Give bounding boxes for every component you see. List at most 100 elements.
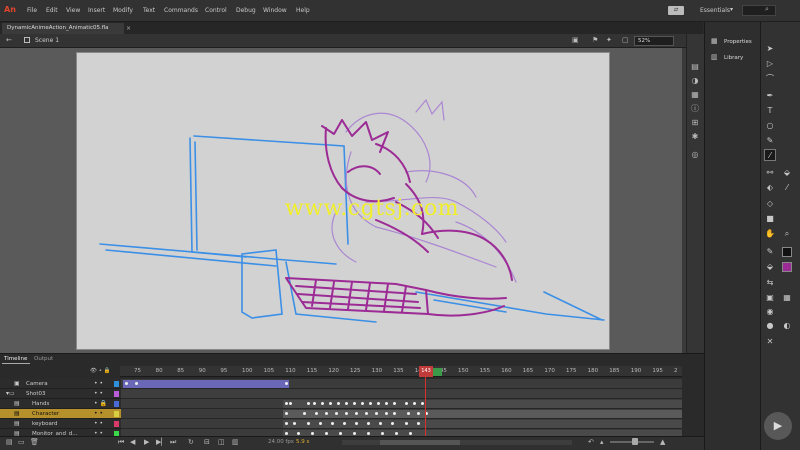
keyframe[interactable] — [407, 412, 410, 415]
layer-color-chip[interactable] — [114, 381, 119, 387]
frame-rate[interactable]: 24.00 fps — [268, 439, 294, 445]
keyframe[interactable] — [307, 402, 310, 405]
keyframe[interactable] — [285, 432, 288, 435]
camera-icon[interactable]: ▣ — [572, 36, 579, 44]
layer-visibility-toggles[interactable]: • 🔒 — [94, 399, 107, 409]
layer-row[interactable]: ▣ Camera • • — [0, 379, 121, 389]
align-panel-icon[interactable]: ▤ — [690, 62, 700, 72]
keyframe[interactable] — [335, 412, 338, 415]
keyframe[interactable] — [337, 402, 340, 405]
close-icon[interactable]: × — [126, 23, 131, 34]
keyframe[interactable] — [285, 412, 288, 415]
camera-tool-icon[interactable]: ■ — [764, 213, 776, 225]
layer-visibility-toggles[interactable]: • • — [94, 419, 103, 429]
text-tool-icon[interactable]: T — [764, 105, 776, 117]
snap-icon[interactable]: ▦ — [781, 292, 793, 304]
keyframe[interactable] — [405, 402, 408, 405]
hand-tool-icon[interactable]: ✋ — [764, 228, 776, 240]
undo-icon[interactable]: ↶ — [588, 438, 594, 446]
eyedropper-icon[interactable]: ⁄ — [781, 182, 793, 194]
scene-label[interactable]: Scene 1 — [35, 37, 59, 44]
ink-bottle-icon[interactable]: ⬖ — [764, 182, 776, 194]
keyframe[interactable] — [343, 422, 346, 425]
keyframe[interactable] — [409, 432, 412, 435]
new-layer-icon[interactable]: ▤ — [6, 438, 13, 446]
help-search-input[interactable] — [742, 5, 776, 16]
brush-tool-icon[interactable]: ⁄ — [764, 149, 776, 161]
keyframe[interactable] — [379, 422, 382, 425]
timeline-zoom-knob[interactable] — [632, 438, 638, 445]
keyframe[interactable] — [345, 402, 348, 405]
new-folder-icon[interactable]: ▭ — [18, 438, 25, 446]
lasso-tool-icon[interactable]: ⌒ — [764, 73, 776, 85]
layer-track[interactable] — [121, 379, 682, 389]
pencil-tool-icon[interactable]: ✎ — [764, 135, 776, 147]
last-frame-icon[interactable]: ⏭ — [170, 438, 176, 447]
brush-shape-icon[interactable]: ◉ — [764, 306, 776, 318]
motion-presets-icon[interactable]: ◎ — [690, 150, 700, 160]
menu-edit[interactable]: Edit — [46, 7, 58, 14]
keyframe[interactable] — [385, 402, 388, 405]
keyframe[interactable] — [369, 402, 372, 405]
keyframe[interactable] — [353, 432, 356, 435]
stroke-color-swatch[interactable] — [782, 247, 792, 257]
onion-skin-marker[interactable] — [433, 368, 442, 376]
layer-header-icons[interactable]: 👁 • 🔒 — [90, 368, 111, 374]
components-panel-icon[interactable]: ✱ — [690, 132, 700, 142]
transform-panel-icon[interactable]: ⊞ — [690, 118, 700, 128]
layer-visibility-toggles[interactable]: • • — [94, 389, 103, 399]
swap-colors-icon[interactable]: ⇆ — [764, 277, 776, 289]
edit-symbol-icon[interactable]: ✦ — [606, 36, 612, 44]
keyframe[interactable] — [125, 382, 128, 385]
menu-file[interactable]: File — [27, 7, 37, 14]
keyframe[interactable] — [307, 422, 310, 425]
keyframe[interactable] — [393, 402, 396, 405]
layer-color-chip[interactable] — [114, 411, 119, 417]
pen-tool-icon[interactable]: ✒ — [764, 90, 776, 102]
keyframe[interactable] — [135, 382, 138, 385]
menu-control[interactable]: Control — [205, 7, 227, 14]
keyframe[interactable] — [303, 412, 306, 415]
layer-visibility-toggles[interactable]: • • — [94, 379, 103, 389]
keyframe[interactable] — [311, 432, 314, 435]
keyframe[interactable] — [377, 402, 380, 405]
zoom-select[interactable]: 52% — [634, 36, 674, 46]
keyframe[interactable] — [319, 422, 322, 425]
brush-size-icon[interactable]: ● — [764, 320, 776, 332]
layer-name[interactable]: Shot03 — [26, 389, 46, 399]
menu-view[interactable]: View — [66, 7, 80, 14]
info-panel-icon[interactable]: ⓘ — [690, 104, 700, 114]
swatches-panel-icon[interactable]: ▦ — [690, 90, 700, 100]
layer-color-chip[interactable] — [114, 401, 119, 407]
step-forward-icon[interactable]: ▶▏ — [156, 438, 167, 446]
small-mountain-icon[interactable]: ▴ — [600, 438, 604, 446]
delete-layer-icon[interactable]: 🗑 — [30, 438, 39, 446]
layer-name[interactable]: Camera — [26, 379, 48, 389]
layer-row[interactable]: ▤ keyboard • • — [0, 419, 121, 429]
layer-row[interactable]: ▤ Character • • — [0, 409, 121, 419]
tab-properties[interactable]: Properties — [708, 35, 756, 49]
keyframe[interactable] — [361, 402, 364, 405]
play-icon[interactable]: ▶ — [144, 438, 149, 446]
bone-tool-icon[interactable]: ⚯ — [764, 167, 776, 179]
layer-visibility-toggles[interactable]: • • — [94, 409, 103, 419]
menu-modify[interactable]: Modify — [113, 7, 133, 14]
frame-span[interactable] — [283, 400, 682, 408]
clip-stage-icon[interactable]: ▢ — [622, 36, 629, 44]
layer-color-chip[interactable] — [114, 421, 119, 427]
layer-color-chip[interactable] — [114, 391, 119, 397]
keyframe[interactable] — [313, 402, 316, 405]
loop-icon[interactable]: ↻ — [188, 438, 194, 446]
keyframe[interactable] — [375, 412, 378, 415]
keyframe[interactable] — [325, 412, 328, 415]
frame-span[interactable] — [123, 380, 289, 388]
timeline-scroll-thumb[interactable] — [380, 440, 460, 445]
keyframe[interactable] — [385, 412, 388, 415]
frame-span[interactable] — [121, 390, 682, 398]
color-panel-icon[interactable]: ◑ — [690, 76, 700, 86]
tab-timeline[interactable]: Timeline — [4, 356, 27, 362]
menu-debug[interactable]: Debug — [236, 7, 256, 14]
keyframe[interactable] — [355, 422, 358, 425]
back-arrow-icon[interactable]: ← — [6, 36, 12, 44]
onion-skin-icon[interactable]: ◫ — [218, 438, 225, 446]
